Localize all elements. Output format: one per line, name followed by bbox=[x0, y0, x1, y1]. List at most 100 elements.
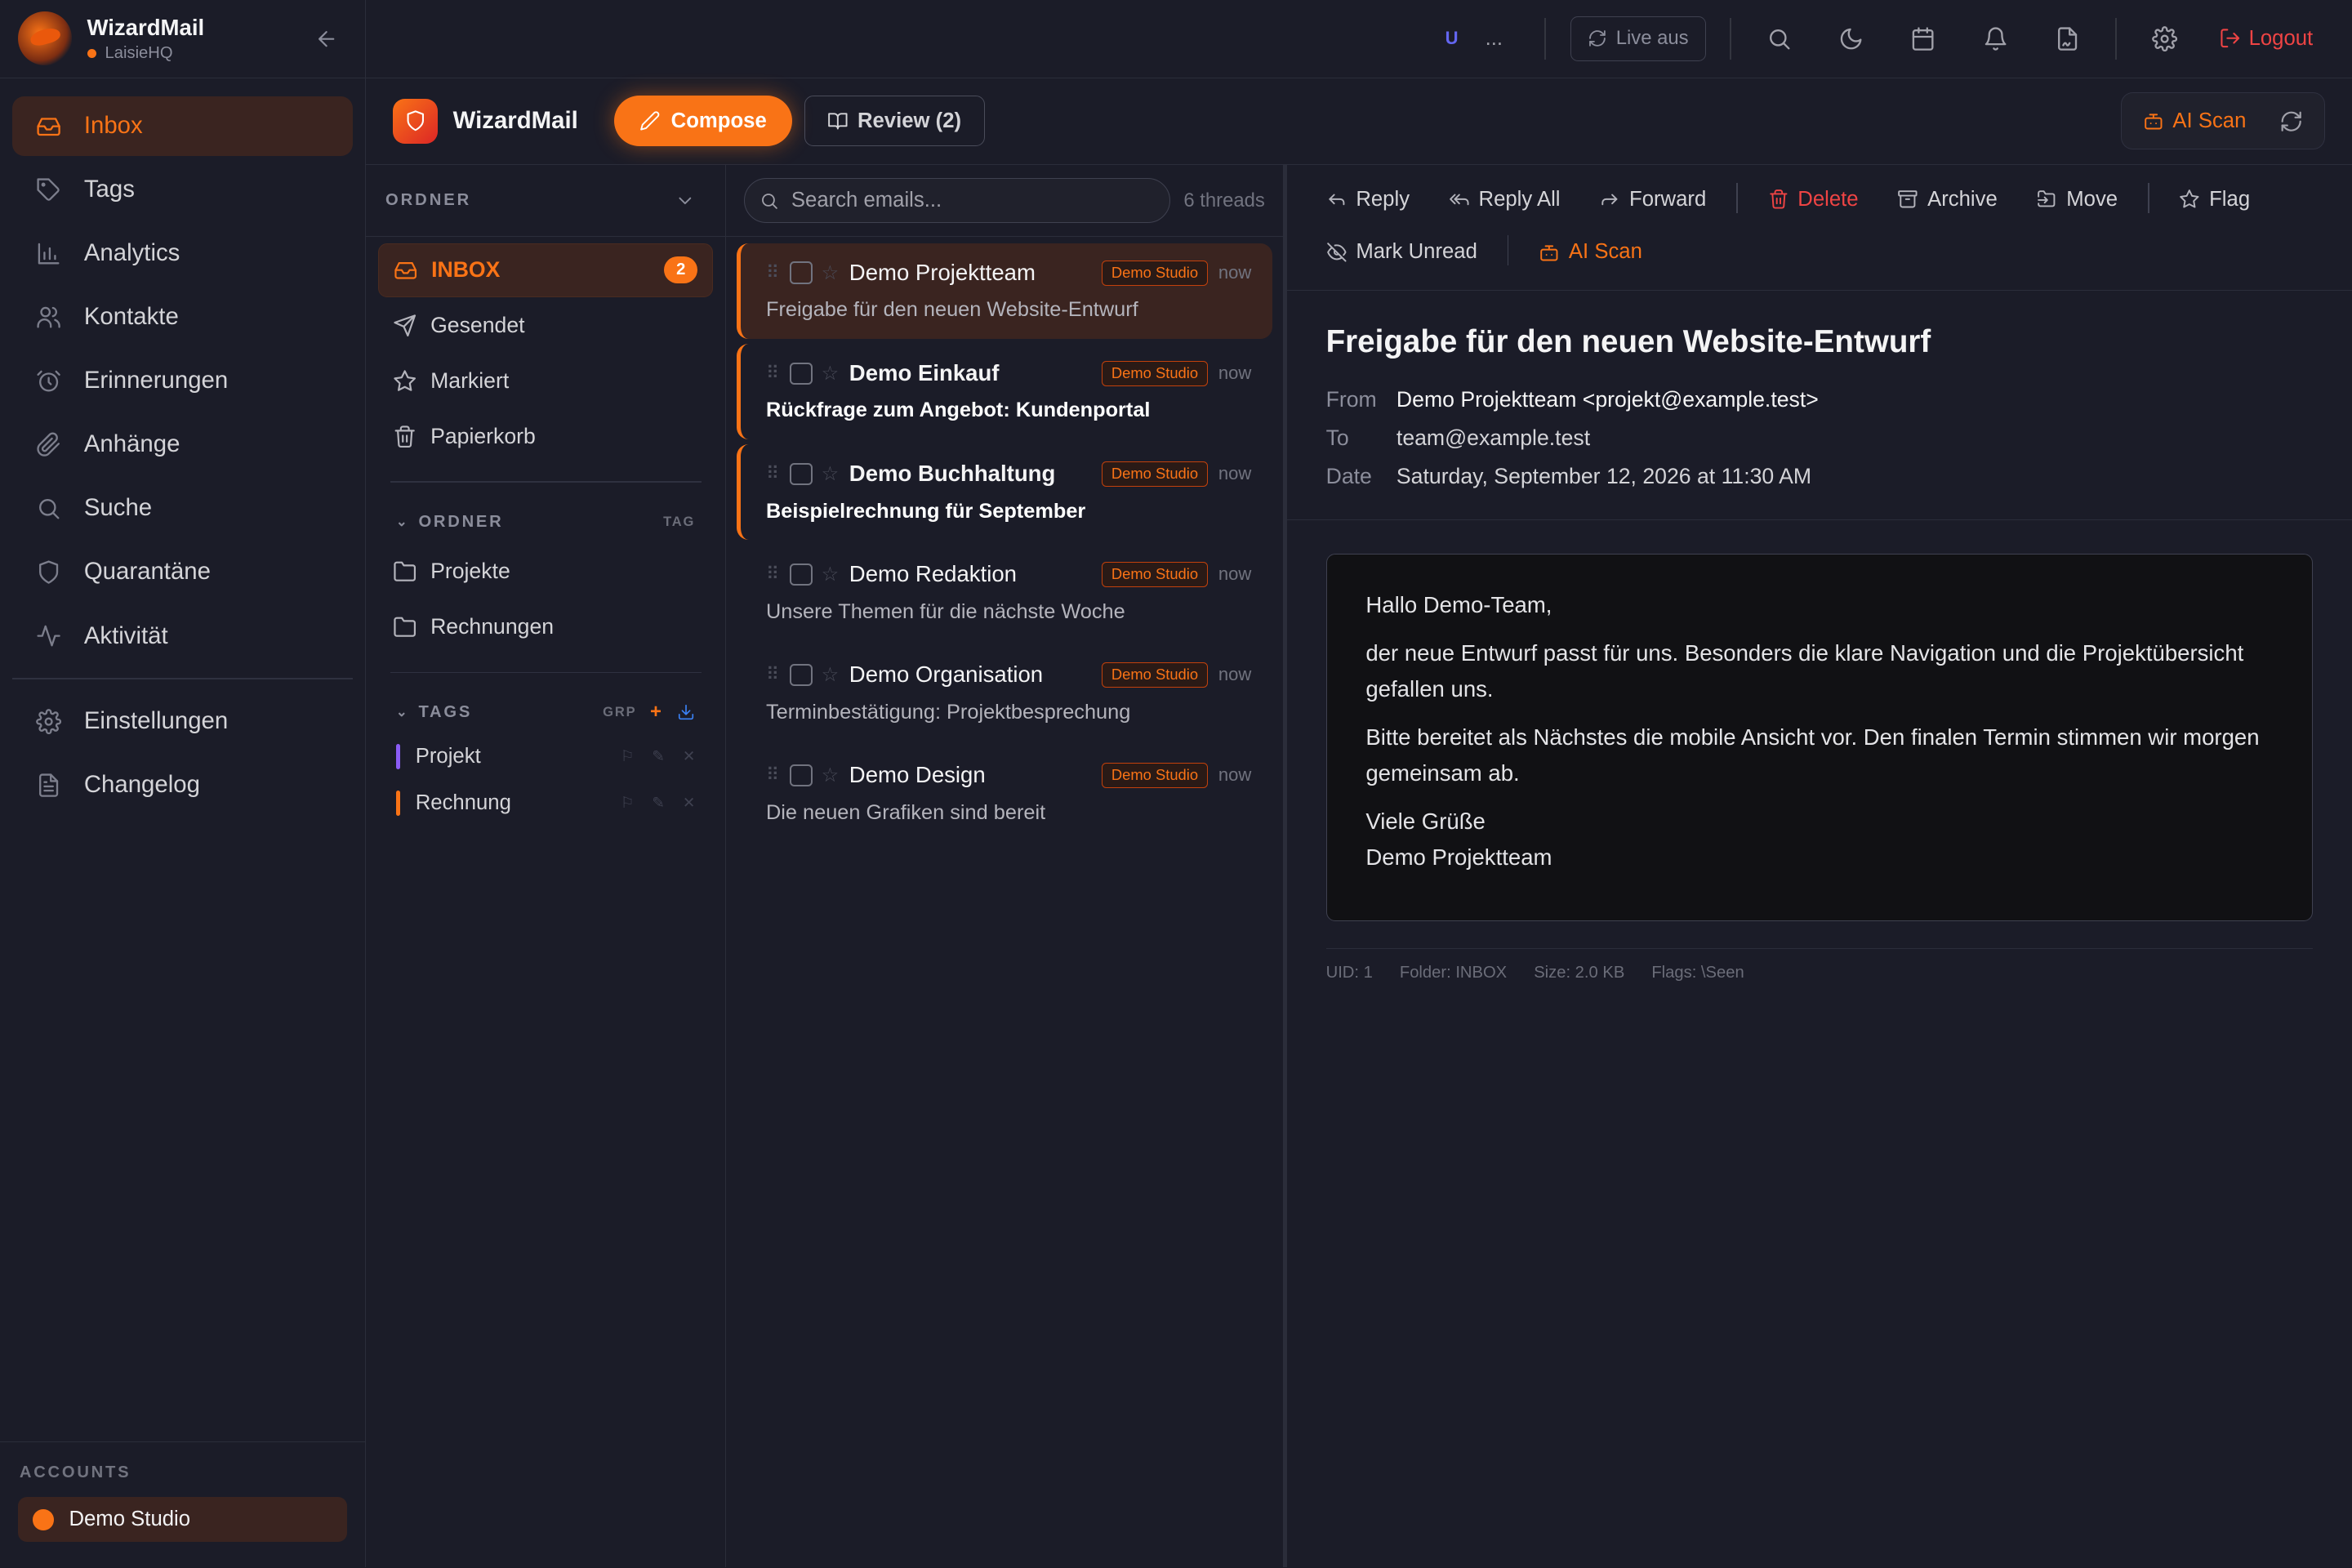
folder-gesendet[interactable]: Gesendet bbox=[378, 298, 713, 352]
select-checkbox[interactable] bbox=[790, 663, 813, 687]
message-metadata: UID: 1 Folder: INBOX Size: 2.0 KB Flags:… bbox=[1325, 947, 2314, 982]
search-input[interactable]: Search emails... bbox=[743, 178, 1170, 224]
sidebar-item-label: Inbox bbox=[83, 112, 143, 140]
compose-button[interactable]: Compose bbox=[613, 96, 792, 147]
folder-papierkorb[interactable]: Papierkorb bbox=[378, 409, 713, 463]
drag-handle-icon[interactable]: ⠿ bbox=[766, 564, 779, 585]
notifications-button[interactable] bbox=[1959, 26, 2031, 51]
star-icon[interactable]: ☆ bbox=[822, 764, 839, 787]
folder-inbox[interactable]: INBOX 2 bbox=[377, 243, 714, 297]
sidebar-item-changelog[interactable]: Changelog bbox=[12, 755, 354, 814]
collapse-sidebar-icon[interactable] bbox=[314, 27, 338, 51]
delete-button[interactable]: Delete bbox=[1768, 183, 1859, 216]
mail-list-item[interactable]: ⠿ ☆ Demo Organisation Demo Studio now Termin… bbox=[737, 645, 1272, 742]
paperclip-icon bbox=[36, 432, 61, 457]
star-icon[interactable]: ☆ bbox=[822, 362, 839, 385]
delete-label: Delete bbox=[1797, 187, 1859, 211]
star-icon[interactable]: ☆ bbox=[822, 563, 839, 586]
mail-sender: Demo Organisation bbox=[849, 662, 1044, 688]
live-toggle-button[interactable]: Live aus bbox=[1570, 16, 1706, 61]
mail-list-item[interactable]: ⠿ ☆ Demo Redaktion Demo Studio now Unsere Th… bbox=[737, 545, 1272, 641]
mark-unread-button[interactable]: Mark Unread bbox=[1326, 235, 1477, 268]
signature-button[interactable] bbox=[2031, 26, 2103, 51]
move-button[interactable]: Move bbox=[2037, 183, 2118, 216]
logout-button[interactable]: Logout bbox=[2219, 27, 2313, 51]
to-value[interactable]: team@example.test bbox=[1396, 419, 1590, 457]
tag-item-rechnung[interactable]: Rechnung ⚐ ✎ ✕ bbox=[378, 780, 713, 826]
more-menu[interactable]: ... bbox=[1486, 27, 1503, 51]
mail-list-item[interactable]: ⠿ ☆ Demo Einkauf Demo Studio now Rückfrage z… bbox=[736, 343, 1272, 440]
main-area: U ... Live aus Logout WizardMail Compose… bbox=[366, 0, 2352, 1568]
folder-header[interactable]: ORDNER bbox=[366, 165, 725, 238]
settings-button[interactable] bbox=[2129, 26, 2201, 51]
mail-subject: Beispielrechnung für September bbox=[766, 499, 1086, 523]
drag-handle-icon[interactable]: ⠿ bbox=[766, 463, 779, 484]
star-icon[interactable]: ☆ bbox=[822, 462, 839, 486]
drag-handle-icon[interactable]: ⠿ bbox=[766, 363, 779, 384]
mail-sender: Demo Projektteam bbox=[849, 260, 1036, 286]
reply-button[interactable]: Reply bbox=[1326, 183, 1410, 216]
mail-time: now bbox=[1218, 463, 1252, 484]
drag-handle-icon[interactable]: ⠿ bbox=[766, 764, 779, 786]
from-value[interactable]: Demo Projektteam <projekt@example.test> bbox=[1396, 381, 1819, 419]
custom-folders-tag[interactable]: TAG bbox=[663, 514, 695, 530]
star-icon[interactable]: ☆ bbox=[822, 663, 839, 687]
drag-handle-icon[interactable]: ⠿ bbox=[766, 262, 779, 283]
select-checkbox[interactable] bbox=[790, 362, 813, 385]
mail-list-item[interactable]: ⠿ ☆ Demo Buchhaltung Demo Studio now Beispie… bbox=[736, 443, 1272, 541]
sidebar-item-tags[interactable]: Tags bbox=[12, 160, 354, 220]
select-checkbox[interactable] bbox=[790, 261, 813, 284]
mail-list-item[interactable]: ⠿ ☆ Demo Design Demo Studio now Die neuen Gr… bbox=[737, 746, 1272, 842]
flag-icon[interactable]: ⚐ bbox=[621, 794, 634, 812]
mail-sender: Demo Design bbox=[849, 762, 986, 788]
ai-scan-message-button[interactable]: AI Scan bbox=[1539, 235, 1642, 268]
sidebar-item-label: Quarantäne bbox=[83, 558, 211, 586]
folder-projekte[interactable]: Projekte bbox=[378, 545, 713, 599]
download-icon[interactable] bbox=[677, 703, 695, 721]
edit-icon[interactable]: ✎ bbox=[652, 747, 664, 765]
review-button[interactable]: Review (2) bbox=[804, 96, 985, 147]
archive-button[interactable]: Archive bbox=[1897, 183, 1998, 216]
sidebar-item-analytics[interactable]: Analytics bbox=[12, 224, 354, 283]
user-initial[interactable]: U bbox=[1446, 28, 1459, 49]
select-checkbox[interactable] bbox=[790, 764, 813, 787]
close-icon[interactable]: ✕ bbox=[683, 747, 695, 765]
archive-icon bbox=[1897, 189, 1918, 210]
sidebar-item-inbox[interactable]: Inbox bbox=[11, 96, 354, 156]
refresh-button[interactable] bbox=[2279, 109, 2303, 133]
drag-handle-icon[interactable]: ⠿ bbox=[766, 664, 779, 685]
select-checkbox[interactable] bbox=[790, 462, 813, 486]
account-item[interactable]: Demo Studio bbox=[18, 1497, 348, 1543]
tags-group-button[interactable]: GRP bbox=[603, 704, 636, 720]
sidebar-item-quarantaene[interactable]: Quarantäne bbox=[12, 542, 354, 602]
sidebar-item-kontakte[interactable]: Kontakte bbox=[12, 287, 354, 347]
edit-icon[interactable]: ✎ bbox=[652, 794, 664, 812]
custom-folders-header[interactable]: ⌄ ORDNER TAG bbox=[378, 501, 713, 542]
sidebar-item-erinnerungen[interactable]: Erinnerungen bbox=[12, 351, 354, 411]
tags-header[interactable]: ⌄ TAGS GRP + bbox=[378, 692, 713, 733]
sidebar-item-anhaenge[interactable]: Anhänge bbox=[12, 415, 354, 474]
flag-icon[interactable]: ⚐ bbox=[621, 747, 634, 765]
flag-button[interactable]: Flag bbox=[2179, 183, 2250, 216]
theme-toggle-button[interactable] bbox=[1815, 26, 1887, 51]
add-tag-icon[interactable]: + bbox=[650, 701, 664, 724]
account-name: Demo Studio bbox=[69, 1508, 191, 1531]
calendar-button[interactable] bbox=[1887, 26, 1959, 51]
star-icon[interactable]: ☆ bbox=[822, 261, 839, 285]
folder-rechnungen[interactable]: Rechnungen bbox=[378, 600, 713, 654]
sidebar-item-suche[interactable]: Suche bbox=[12, 479, 354, 538]
forward-button[interactable]: Forward bbox=[1599, 183, 1706, 216]
folder-label: Gesendet bbox=[430, 313, 525, 337]
reply-all-button[interactable]: Reply All bbox=[1449, 183, 1561, 216]
mail-list-item[interactable]: ⠿ ☆ Demo Projektteam Demo Studio now Freigab… bbox=[736, 243, 1273, 340]
sidebar-item-einstellungen[interactable]: Einstellungen bbox=[12, 691, 354, 751]
folder-markiert[interactable]: Markiert bbox=[378, 354, 713, 408]
folder-label: Rechnungen bbox=[430, 614, 555, 639]
sidebar-item-aktivitaet[interactable]: Aktivität bbox=[12, 606, 354, 666]
ai-scan-button[interactable]: AI Scan bbox=[2143, 109, 2246, 133]
app-logo bbox=[393, 98, 439, 144]
select-checkbox[interactable] bbox=[790, 563, 813, 586]
tag-item-projekt[interactable]: Projekt ⚐ ✎ ✕ bbox=[378, 733, 713, 780]
search-button[interactable] bbox=[1744, 26, 1815, 51]
close-icon[interactable]: ✕ bbox=[683, 794, 695, 812]
